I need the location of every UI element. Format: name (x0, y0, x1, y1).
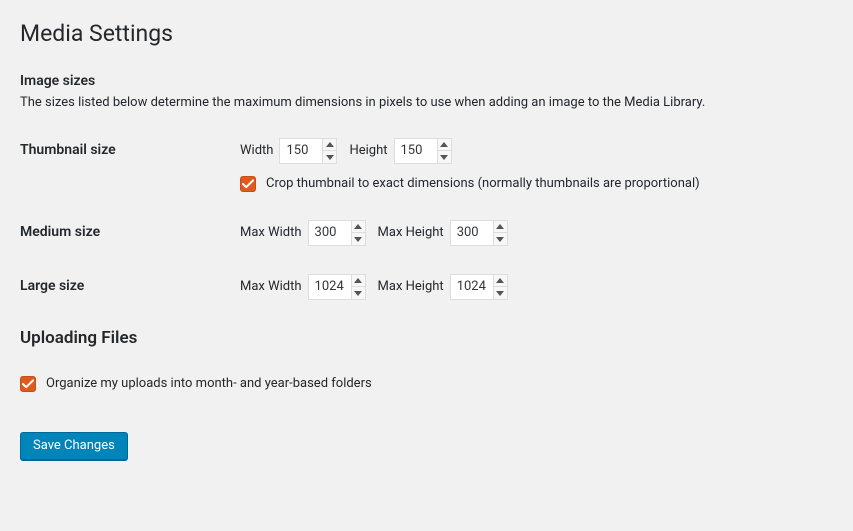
thumbnail-height-label: Height (349, 143, 387, 158)
save-changes-button[interactable]: Save Changes (20, 432, 128, 460)
check-icon (242, 178, 254, 190)
organize-uploads-label[interactable]: Organize my uploads into month- and year… (46, 376, 372, 391)
uploading-files-heading: Uploading Files (20, 328, 833, 348)
medium-max-width-spinner[interactable] (351, 221, 365, 245)
spinner-down-icon[interactable] (352, 233, 365, 245)
large-max-height-spinner[interactable] (493, 275, 507, 299)
spinner-down-icon[interactable] (323, 151, 336, 163)
spinner-up-icon[interactable] (352, 221, 365, 234)
image-sizes-description: The sizes listed below determine the max… (20, 95, 833, 110)
organize-uploads-checkbox[interactable] (20, 376, 36, 392)
image-sizes-heading: Image sizes (20, 73, 833, 89)
spinner-down-icon[interactable] (494, 233, 507, 245)
large-size-label: Large size (20, 274, 240, 294)
large-max-width-label: Max Width (240, 279, 302, 294)
spinner-up-icon[interactable] (438, 139, 451, 152)
check-icon (22, 378, 34, 390)
medium-size-row: Medium size Max Width Max Height (20, 220, 833, 246)
page-title: Media Settings (20, 10, 833, 53)
thumbnail-height-spinner[interactable] (437, 139, 451, 163)
spinner-down-icon[interactable] (494, 287, 507, 299)
spinner-up-icon[interactable] (494, 275, 507, 288)
crop-thumbnail-label[interactable]: Crop thumbnail to exact dimensions (norm… (266, 176, 700, 191)
spinner-up-icon[interactable] (494, 221, 507, 234)
spinner-up-icon[interactable] (352, 275, 365, 288)
medium-size-label: Medium size (20, 220, 240, 240)
large-max-height-label: Max Height (378, 279, 444, 294)
thumbnail-size-row: Thumbnail size Width Height (20, 138, 833, 192)
medium-max-height-label: Max Height (378, 225, 444, 240)
thumbnail-width-label: Width (240, 143, 273, 158)
spinner-down-icon[interactable] (438, 151, 451, 163)
large-max-width-spinner[interactable] (351, 275, 365, 299)
large-size-row: Large size Max Width Max Height (20, 274, 833, 300)
crop-thumbnail-checkbox[interactable] (240, 176, 256, 192)
thumbnail-width-spinner[interactable] (322, 139, 336, 163)
medium-max-height-spinner[interactable] (493, 221, 507, 245)
thumbnail-size-label: Thumbnail size (20, 138, 240, 158)
medium-max-width-label: Max Width (240, 225, 302, 240)
spinner-up-icon[interactable] (323, 139, 336, 152)
spinner-down-icon[interactable] (352, 287, 365, 299)
